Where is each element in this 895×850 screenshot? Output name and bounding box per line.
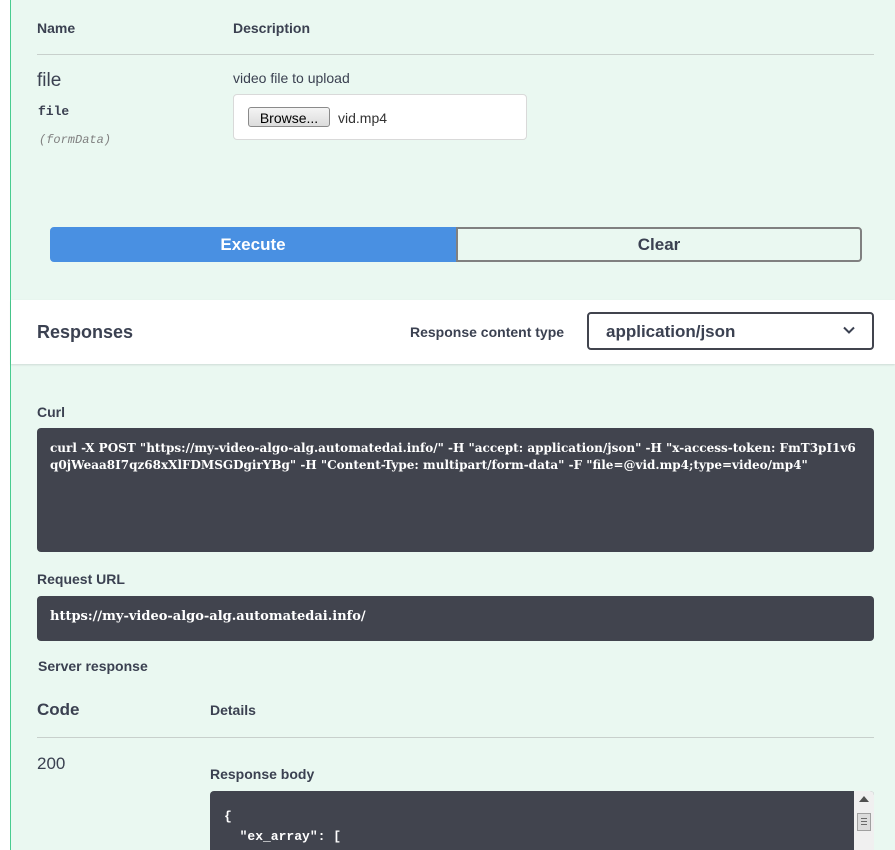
response-content-type-label: Response content type: [410, 324, 565, 340]
curl-label: Curl: [37, 404, 65, 420]
server-response-label: Server response: [38, 658, 148, 674]
scroll-thumb[interactable]: [857, 813, 871, 831]
request-url[interactable]: https://my-video-algo-alg.automatedai.in…: [37, 596, 874, 641]
clear-button[interactable]: Clear: [456, 227, 862, 262]
code-column-header: Code: [37, 700, 80, 719]
response-body-scrollbar[interactable]: [854, 791, 874, 850]
response-content-type-value: application/json: [606, 322, 736, 341]
details-column-header: Details: [210, 702, 256, 718]
divider: [37, 737, 874, 738]
chevron-down-icon: [843, 326, 855, 334]
response-status-code: 200: [37, 754, 66, 773]
selected-file-name: vid.mp4: [338, 110, 388, 126]
responses-title: Responses: [37, 322, 134, 342]
response-body-label: Response body: [210, 766, 315, 782]
response-body[interactable]: { "ex_array": [: [210, 791, 874, 850]
param-type: file: [38, 104, 70, 119]
param-name: file: [37, 70, 62, 91]
response-body-text: { "ex_array": [: [224, 809, 342, 844]
execute-button[interactable]: Execute: [50, 227, 456, 262]
operation-panel: Name Description file file (formData) vi…: [10, 0, 895, 850]
scroll-up-arrow-icon[interactable]: [859, 796, 869, 802]
curl-command[interactable]: curl -X POST "https://my-video-algo-alg.…: [37, 428, 874, 552]
param-description: video file to upload: [233, 70, 350, 86]
page: Name Description file file (formData) vi…: [0, 0, 895, 850]
name-column-header: Name: [37, 20, 76, 36]
request-url-label: Request URL: [37, 571, 125, 587]
description-column-header: Description: [233, 20, 311, 36]
param-location: (formData): [39, 133, 112, 147]
file-input[interactable]: Browse... vid.mp4: [233, 94, 527, 140]
parameters-header: Name Description: [37, 20, 874, 55]
responses-header: Responses Response content type applicat…: [11, 300, 895, 364]
browse-button[interactable]: Browse...: [248, 107, 330, 127]
response-content-type-select[interactable]: application/json: [587, 312, 874, 350]
